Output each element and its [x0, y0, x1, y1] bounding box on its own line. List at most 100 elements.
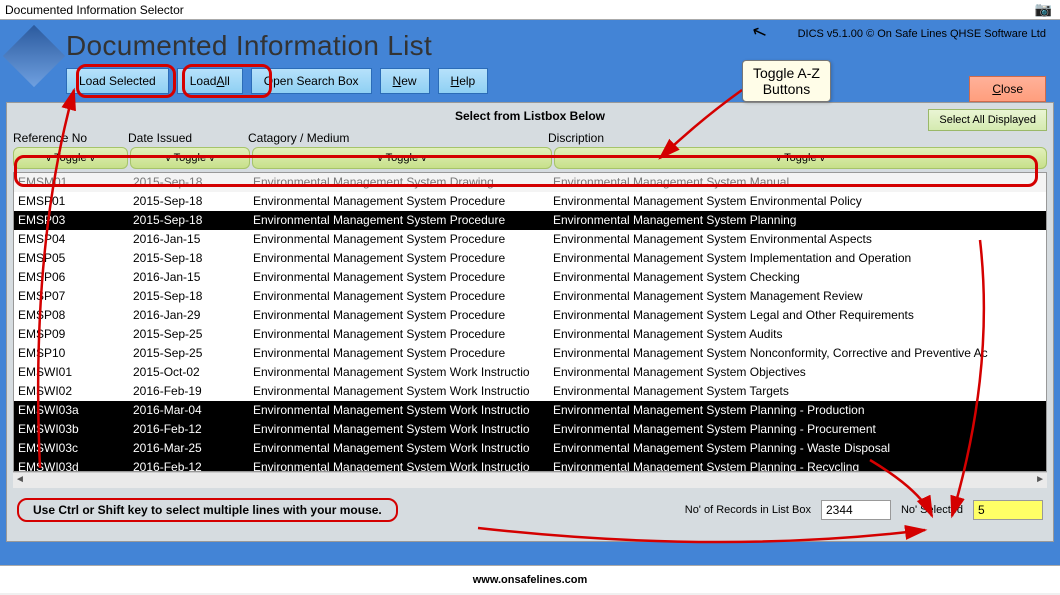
table-cell: Environmental Management System Planning… [549, 458, 1046, 472]
table-cell: Environmental Management System Environm… [549, 192, 1046, 211]
table-cell: 2015-Sep-18 [129, 287, 249, 306]
table-cell: Environmental Management System Procedur… [249, 325, 549, 344]
table-cell: 2015-Sep-25 [129, 344, 249, 363]
table-row[interactable]: EMSWI03c2016-Mar-25Environmental Managem… [14, 439, 1046, 458]
table-row[interactable]: EMSP092015-Sep-25Environmental Managemen… [14, 325, 1046, 344]
main-frame: Documented Information List Load Selecte… [0, 20, 1060, 565]
load-all-button[interactable]: Load All [177, 68, 243, 94]
app-logo-icon [3, 25, 65, 87]
table-cell: EMSWI03b [14, 420, 129, 439]
table-cell: Environmental Management System Manual [549, 173, 1046, 192]
table-cell: 2015-Sep-18 [129, 173, 249, 192]
table-cell: Environmental Management System Work Ins… [249, 363, 549, 382]
table-cell: EMSP04 [14, 230, 129, 249]
table-cell: EMSP09 [14, 325, 129, 344]
table-row[interactable]: EMSWI022016-Feb-19Environmental Manageme… [14, 382, 1046, 401]
table-cell: Environmental Management System Procedur… [249, 344, 549, 363]
table-cell: EMSP07 [14, 287, 129, 306]
records-count-label: No' of Records in List Box [685, 504, 811, 516]
help-button[interactable]: Help [438, 68, 489, 94]
toggle-category-button[interactable]: v Toggle v [252, 147, 552, 169]
table-row[interactable]: EMSWI03a2016-Mar-04Environmental Managem… [14, 401, 1046, 420]
table-cell: Environmental Management System Audits [549, 325, 1046, 344]
status-bar: www.onsafelines.com [0, 565, 1060, 593]
window-title-bar: Documented Information Selector 📷 [0, 0, 1060, 20]
table-cell: EMSWI03a [14, 401, 129, 420]
load-selected-button[interactable]: Load Selected [66, 68, 169, 94]
table-cell: Environmental Management System Work Ins… [249, 420, 549, 439]
column-headers: Reference No Date Issued Catagory / Medi… [11, 125, 1049, 147]
table-row[interactable]: EMSWI03b2016-Feb-12Environmental Managem… [14, 420, 1046, 439]
table-cell: Environmental Management System Legal an… [549, 306, 1046, 325]
table-cell: 2015-Sep-18 [129, 211, 249, 230]
table-row[interactable]: EMSP012015-Sep-18Environmental Managemen… [14, 192, 1046, 211]
table-cell: Environmental Management System Implemen… [549, 249, 1046, 268]
table-cell: EMSP06 [14, 268, 129, 287]
table-cell: 2016-Feb-19 [129, 382, 249, 401]
selected-count-label: No' Selected [901, 504, 963, 516]
listbox-label: Select from Listbox Below [11, 107, 1049, 125]
table-cell: Environmental Management System Nonconfo… [549, 344, 1046, 363]
toggle-description-button[interactable]: v Toggle v [554, 147, 1047, 169]
table-cell: Environmental Management System Planning… [549, 420, 1046, 439]
table-cell: EMSP08 [14, 306, 129, 325]
table-row[interactable]: EMSWI012015-Oct-02Environmental Manageme… [14, 363, 1046, 382]
table-cell: EMSP10 [14, 344, 129, 363]
table-cell: EMSP03 [14, 211, 129, 230]
records-count-value: 2344 [821, 500, 891, 520]
table-cell: Environmental Management System Procedur… [249, 306, 549, 325]
window-title: Documented Information Selector [5, 3, 184, 17]
horizontal-scrollbar[interactable] [13, 472, 1047, 488]
col-header-date: Date Issued [128, 131, 248, 145]
select-all-displayed-button[interactable]: Select All Displayed [928, 109, 1047, 131]
table-cell: Environmental Management System Work Ins… [249, 382, 549, 401]
table-cell: 2016-Jan-29 [129, 306, 249, 325]
table-cell: Environmental Management System Procedur… [249, 268, 549, 287]
table-cell: 2016-Feb-12 [129, 420, 249, 439]
table-cell: Environmental Management System Manageme… [549, 287, 1046, 306]
table-cell: Environmental Management System Work Ins… [249, 458, 549, 472]
table-cell: EMSWI03c [14, 439, 129, 458]
table-cell: Environmental Management System Planning… [549, 439, 1046, 458]
col-header-reference: Reference No [13, 131, 128, 145]
table-row[interactable]: EMSP082016-Jan-29Environmental Managemen… [14, 306, 1046, 325]
table-cell: Environmental Management System Procedur… [249, 192, 549, 211]
selected-count-value: 5 [973, 500, 1043, 520]
table-row[interactable]: EMSP042016-Jan-15Environmental Managemen… [14, 230, 1046, 249]
panel-footer: Use Ctrl or Shift key to select multiple… [11, 488, 1049, 522]
toggle-date-button[interactable]: v Toggle v [130, 147, 250, 169]
table-row[interactable]: EMSP102015-Sep-25Environmental Managemen… [14, 344, 1046, 363]
col-header-description: Discription [548, 131, 1047, 145]
table-cell: EMSWI01 [14, 363, 129, 382]
table-cell: 2015-Oct-02 [129, 363, 249, 382]
table-cell: Environmental Management System Targets [549, 382, 1046, 401]
table-cell: EMSWI02 [14, 382, 129, 401]
table-cell: EMSWI03d [14, 458, 129, 472]
open-search-button[interactable]: Open Search Box [251, 68, 372, 94]
table-cell: Environmental Management System Environm… [549, 230, 1046, 249]
table-row[interactable]: EMSP052015-Sep-18Environmental Managemen… [14, 249, 1046, 268]
toggle-reference-button[interactable]: v Toggle v [13, 147, 128, 169]
list-panel: Select from Listbox Below Select All Dis… [6, 102, 1054, 542]
col-header-category: Catagory / Medium [248, 131, 548, 145]
footer-url: www.onsafelines.com [473, 574, 588, 586]
header-row: Documented Information List Load Selecte… [6, 26, 1054, 102]
table-cell: EMSP05 [14, 249, 129, 268]
table-cell: Environmental Management System Procedur… [249, 287, 549, 306]
table-row[interactable]: EMSP062016-Jan-15Environmental Managemen… [14, 268, 1046, 287]
records-listbox[interactable]: EMSM012015-Sep-18Environmental Managemen… [13, 172, 1047, 472]
close-button[interactable]: Close [969, 76, 1046, 102]
table-row[interactable]: EMSP032015-Sep-18Environmental Managemen… [14, 211, 1046, 230]
camera-icon[interactable]: 📷 [1035, 1, 1052, 18]
table-row[interactable]: EMSM012015-Sep-18Environmental Managemen… [14, 173, 1046, 192]
table-cell: Environmental Management System Work Ins… [249, 439, 549, 458]
copyright-text: DICS v5.1.00 © On Safe Lines QHSE Softwa… [798, 28, 1046, 40]
new-button[interactable]: New [380, 68, 430, 94]
table-row[interactable]: EMSP072015-Sep-18Environmental Managemen… [14, 287, 1046, 306]
table-cell: 2015-Sep-18 [129, 192, 249, 211]
table-cell: 2016-Mar-04 [129, 401, 249, 420]
table-cell: 2016-Feb-12 [129, 458, 249, 472]
table-row[interactable]: EMSWI03d2016-Feb-12Environmental Managem… [14, 458, 1046, 472]
toggle-row: v Toggle v v Toggle v v Toggle v v Toggl… [11, 147, 1049, 170]
table-cell: Environmental Management System Procedur… [249, 249, 549, 268]
